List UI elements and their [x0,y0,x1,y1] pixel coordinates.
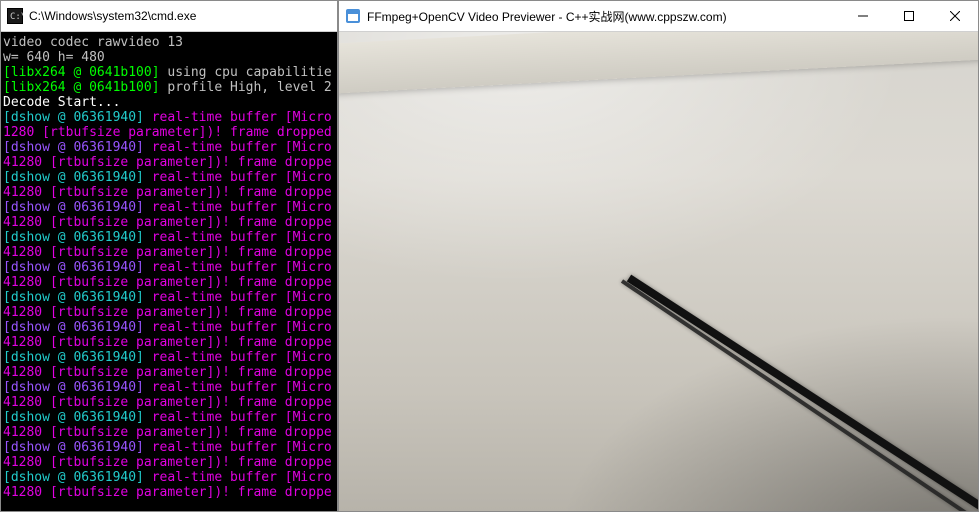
cmd-line: [dshow @ 06361940] real-time buffer [Mic… [3,200,335,215]
window-controls [840,1,978,31]
cmd-line: video codec rawvideo 13 [3,35,335,50]
cmd-line: 41280 [rtbufsize parameter])! frame drop… [3,245,335,260]
cmd-titlebar[interactable]: C:\ C:\Windows\system32\cmd.exe [1,1,337,32]
preview-title-text: FFmpeg+OpenCV Video Previewer - C++实战网(w… [367,8,840,25]
cmd-line: [dshow @ 06361940] real-time buffer [Mic… [3,140,335,155]
cmd-line: 41280 [rtbufsize parameter])! frame drop… [3,485,335,500]
cmd-line: 41280 [rtbufsize parameter])! frame drop… [3,455,335,470]
cmd-line: [dshow @ 06361940] real-time buffer [Mic… [3,320,335,335]
video-frame [339,32,978,511]
cmd-output[interactable]: video codec rawvideo 13w= 640 h= 480[lib… [1,32,337,511]
preview-titlebar[interactable]: FFmpeg+OpenCV Video Previewer - C++实战网(w… [339,1,978,32]
cmd-line: 41280 [rtbufsize parameter])! frame drop… [3,155,335,170]
cmd-line: 41280 [rtbufsize parameter])! frame drop… [3,365,335,380]
cmd-title-text: C:\Windows\system32\cmd.exe [29,9,337,23]
cmd-line: [dshow @ 06361940] real-time buffer [Mic… [3,440,335,455]
cmd-line: 41280 [rtbufsize parameter])! frame drop… [3,185,335,200]
cmd-line: [dshow @ 06361940] real-time buffer [Mic… [3,470,335,485]
cmd-line: 1280 [rtbufsize parameter])! frame dropp… [3,125,335,140]
cmd-line: [dshow @ 06361940] real-time buffer [Mic… [3,350,335,365]
cmd-icon: C:\ [7,8,23,24]
cmd-line: [dshow @ 06361940] real-time buffer [Mic… [3,260,335,275]
cmd-line: [dshow @ 06361940] real-time buffer [Mic… [3,410,335,425]
minimize-button[interactable] [840,1,886,31]
svg-text:C:\: C:\ [10,12,23,22]
cmd-line: w= 640 h= 480 [3,50,335,65]
close-button[interactable] [932,1,978,31]
cmd-line: 41280 [rtbufsize parameter])! frame drop… [3,425,335,440]
app-icon [345,8,361,24]
cmd-line: [dshow @ 06361940] real-time buffer [Mic… [3,170,335,185]
cmd-line: [dshow @ 06361940] real-time buffer [Mic… [3,110,335,125]
cmd-line: [libx264 @ 0641b100] using cpu capabilit… [3,65,335,80]
cmd-line: [dshow @ 06361940] real-time buffer [Mic… [3,230,335,245]
cmd-line: 41280 [rtbufsize parameter])! frame drop… [3,275,335,290]
preview-window: FFmpeg+OpenCV Video Previewer - C++实战网(w… [338,0,979,512]
cmd-line: 41280 [rtbufsize parameter])! frame drop… [3,305,335,320]
cmd-line: 41280 [rtbufsize parameter])! frame drop… [3,215,335,230]
cmd-line: 41280 [rtbufsize parameter])! frame drop… [3,335,335,350]
cmd-line: [dshow @ 06361940] real-time buffer [Mic… [3,380,335,395]
cmd-line: Decode Start... [3,95,335,110]
cmd-line: [dshow @ 06361940] real-time buffer [Mic… [3,290,335,305]
cmd-line: [libx264 @ 0641b100] profile High, level… [3,80,335,95]
maximize-button[interactable] [886,1,932,31]
cmd-window: C:\ C:\Windows\system32\cmd.exe video co… [0,0,338,512]
cmd-line: 41280 [rtbufsize parameter])! frame drop… [3,395,335,410]
